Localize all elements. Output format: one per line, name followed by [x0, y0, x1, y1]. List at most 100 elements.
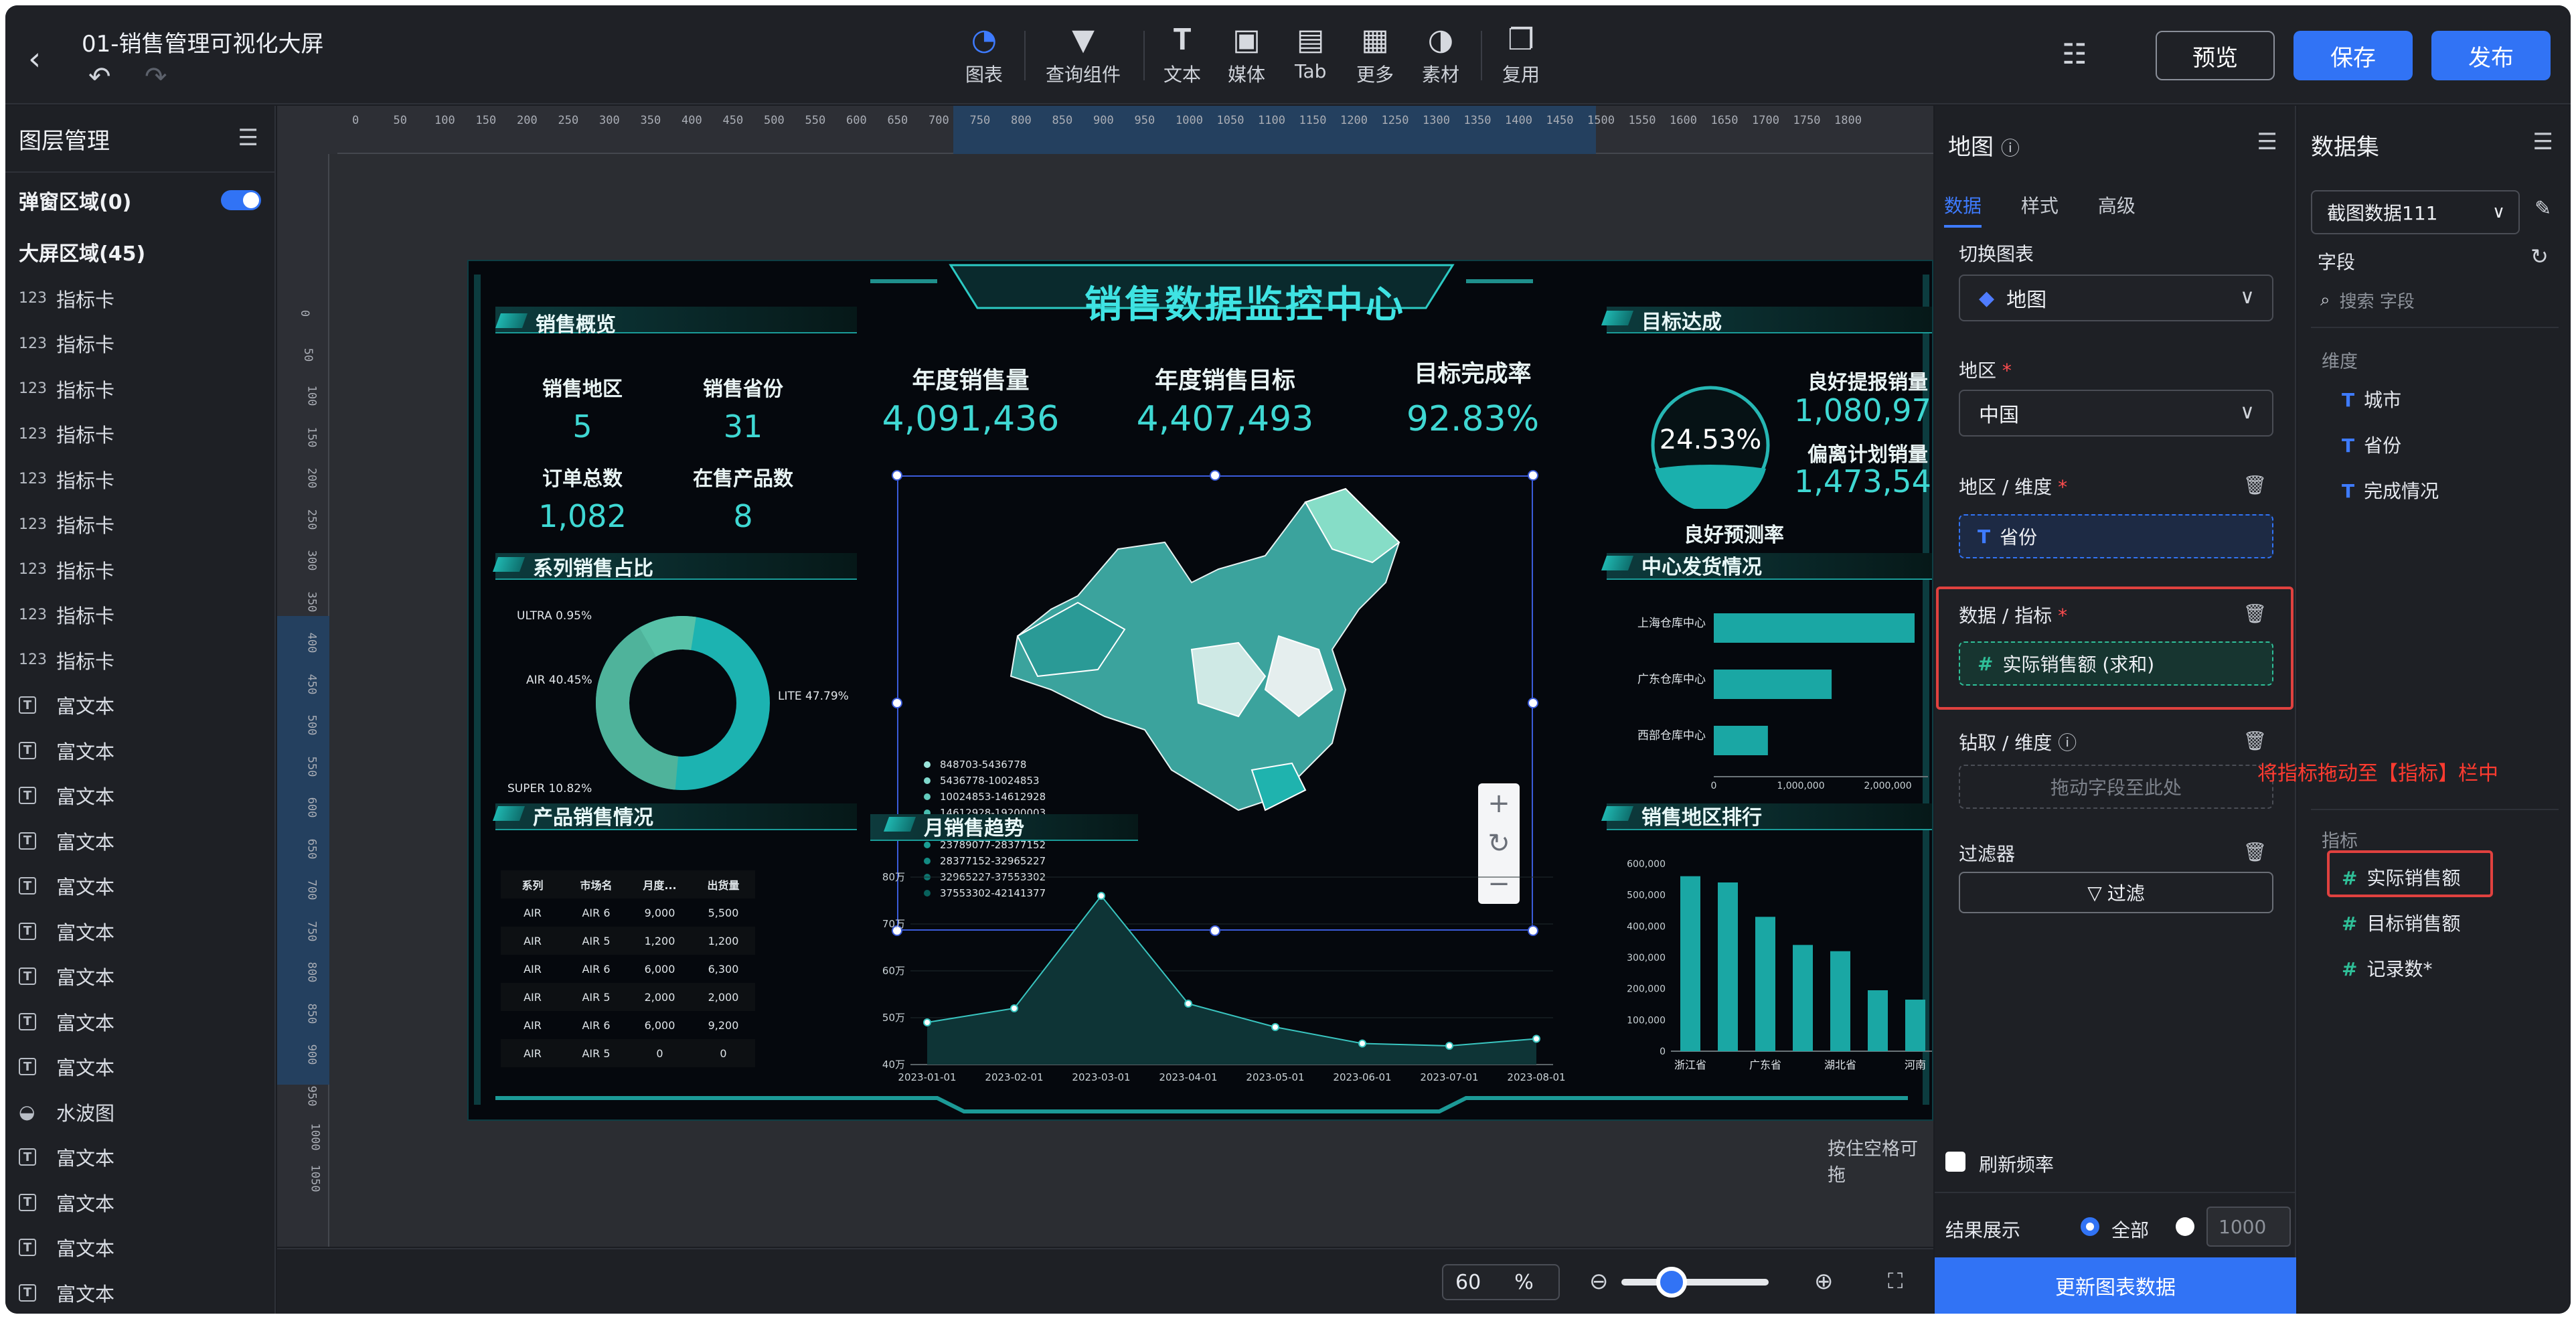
- publish-button[interactable]: 发布: [2431, 31, 2551, 80]
- screen-section[interactable]: 大屏区域(45): [5, 228, 274, 276]
- layer-item[interactable]: 123 指标卡: [5, 637, 274, 683]
- ruler-tick: 800: [305, 961, 319, 983]
- layer-item[interactable]: T 富文本: [5, 909, 274, 954]
- info-icon[interactable]: ⓘ: [2001, 137, 2020, 159]
- zoom-slider-knob[interactable]: [1656, 1267, 1687, 1298]
- layer-label: 指标卡: [56, 333, 115, 357]
- preview-button[interactable]: 预览: [2156, 31, 2275, 80]
- menu-icon[interactable]: ☰: [2257, 129, 2277, 155]
- reset-icon[interactable]: ↻: [1478, 824, 1520, 864]
- tool-query[interactable]: ▼ 查询组件: [1046, 23, 1121, 87]
- field-completion[interactable]: T 完成情况: [2342, 477, 2439, 503]
- resize-handle[interactable]: [1528, 698, 1538, 708]
- trash-icon[interactable]: 🗑: [2243, 474, 2267, 496]
- refresh-checkbox[interactable]: [1945, 1152, 1965, 1172]
- resize-handle[interactable]: [892, 470, 902, 481]
- layer-item[interactable]: T 富文本: [5, 1225, 274, 1271]
- ruler-tick: 1650: [1710, 114, 1739, 127]
- layer-item[interactable]: T 富文本: [5, 1180, 274, 1225]
- zoom-slider[interactable]: [1621, 1267, 1769, 1298]
- layer-item[interactable]: 123 指标卡: [5, 321, 274, 367]
- dimension-field-chip[interactable]: T 省份: [1959, 514, 2273, 558]
- layer-item[interactable]: T 富文本: [5, 954, 274, 1000]
- legend-label: 5436778-10024853: [940, 775, 1040, 787]
- result-all-radio[interactable]: [2081, 1217, 2099, 1236]
- result-num-radio[interactable]: [2176, 1217, 2194, 1236]
- tool-text[interactable]: 𝐓 文本: [1163, 23, 1201, 87]
- tool-assets[interactable]: ◑ 素材: [1422, 23, 1459, 87]
- table-cell: 2,000: [644, 990, 675, 1004]
- kpi-value: 1,082: [538, 498, 627, 534]
- save-button[interactable]: 保存: [2293, 31, 2413, 80]
- update-chart-button[interactable]: 更新图表数据: [1935, 1257, 2296, 1314]
- layer-item[interactable]: T 富文本: [5, 864, 274, 909]
- menu-icon[interactable]: ☰: [2533, 129, 2553, 155]
- trash-icon[interactable]: 🗑: [2243, 730, 2267, 752]
- field-city[interactable]: T 城市: [2342, 386, 2401, 412]
- trash-icon[interactable]: 🗑: [2243, 841, 2267, 863]
- layer-item[interactable]: T 富文本: [5, 1044, 274, 1090]
- layer-item[interactable]: T 富文本: [5, 773, 274, 819]
- tab-style[interactable]: 样式: [2021, 195, 2059, 217]
- layer-item[interactable]: T 富文本: [5, 1270, 274, 1314]
- ruler-tick: 600: [305, 797, 319, 818]
- menu-icon[interactable]: ☰: [238, 125, 258, 151]
- popup-toggle[interactable]: [221, 190, 261, 210]
- popup-section[interactable]: 弹窗区域(0): [5, 173, 274, 228]
- series-donut: [596, 616, 770, 790]
- tab-advanced[interactable]: 高级: [2098, 195, 2136, 217]
- resize-handle[interactable]: [1210, 470, 1220, 481]
- tool-more[interactable]: ▦ 更多: [1356, 23, 1394, 87]
- layer-item[interactable]: T 富文本: [5, 1135, 274, 1180]
- zoom-in-icon[interactable]: ⊕: [1814, 1268, 1834, 1295]
- drill-dropzone[interactable]: 拖动字段至此处: [1959, 765, 2273, 809]
- tool-tab[interactable]: ▤ Tab: [1295, 23, 1326, 82]
- redo-icon[interactable]: ↷: [145, 62, 167, 92]
- ruler-tick: 1100: [1258, 114, 1285, 127]
- ruler-tick: 150: [305, 426, 319, 447]
- layer-item[interactable]: 123 指标卡: [5, 366, 274, 412]
- chart-type-select[interactable]: ◆ 地图 ∨: [1959, 275, 2273, 321]
- layer-item[interactable]: T 富文本: [5, 728, 274, 773]
- zoom-out-icon[interactable]: ⊖: [1589, 1268, 1609, 1295]
- dataset-select[interactable]: 截图数据111 ∨: [2311, 190, 2520, 234]
- result-count-input[interactable]: 1000: [2206, 1207, 2291, 1247]
- undo-icon[interactable]: ↶: [88, 62, 111, 92]
- resize-handle[interactable]: [892, 698, 902, 708]
- edit-icon[interactable]: ✎: [2534, 197, 2551, 220]
- filter-button[interactable]: ▽过滤器过滤: [1959, 872, 2273, 913]
- zoom-input[interactable]: 60%: [1442, 1264, 1560, 1300]
- dashboard-canvas[interactable]: 销售数据监控中心 销售概览 销售地区 销售省份 5 31 订单总数 在售产品数 …: [467, 260, 1933, 1121]
- tool-reuse[interactable]: ❐ 复用: [1502, 23, 1540, 87]
- layer-item[interactable]: T 富文本: [5, 683, 274, 728]
- table-cell: 6,300: [708, 962, 739, 976]
- tab-data[interactable]: 数据: [1944, 195, 1982, 228]
- ruler-tick: 1050: [308, 1164, 322, 1192]
- back-icon[interactable]: ‹: [28, 40, 41, 78]
- layer-item[interactable]: 123 指标卡: [5, 547, 274, 593]
- layer-item[interactable]: 123 指标卡: [5, 457, 274, 502]
- tool-media[interactable]: ▣ 媒体: [1228, 23, 1265, 87]
- layer-item[interactable]: 123 指标卡: [5, 276, 274, 321]
- field-record-count[interactable]: # 记录数*: [2342, 955, 2432, 982]
- refresh-icon[interactable]: ↻: [2530, 244, 2549, 269]
- region-select[interactable]: 中国 ∨: [1959, 390, 2273, 437]
- layer-item[interactable]: ◒ 水波图: [5, 1089, 274, 1135]
- layer-item[interactable]: T 富文本: [5, 818, 274, 864]
- tool-chart[interactable]: ◔ 图表: [965, 23, 1003, 87]
- zoom-in-icon[interactable]: +: [1478, 783, 1520, 824]
- settings-sliders-icon[interactable]: ☷: [2062, 37, 2087, 70]
- info-icon[interactable]: ⓘ: [2058, 732, 2077, 754]
- layer-item[interactable]: T 富文本: [5, 999, 274, 1044]
- field-target-sales[interactable]: # 目标销售额: [2342, 909, 2460, 936]
- layer-item[interactable]: 123 指标卡: [5, 593, 274, 638]
- field-province[interactable]: T 省份: [2342, 431, 2401, 458]
- layer-item[interactable]: 123 指标卡: [5, 502, 274, 548]
- field-search-input[interactable]: ⌕ 搜索 字段: [2314, 283, 2551, 317]
- fit-screen-icon[interactable]: ⛶: [1888, 1268, 1903, 1294]
- ruler-tick: 350: [305, 591, 319, 612]
- layer-item[interactable]: 123 指标卡: [5, 412, 274, 457]
- resize-handle[interactable]: [1528, 470, 1538, 481]
- ruler-tick: 250: [305, 509, 319, 530]
- x-tick-label: 2023-07-01: [1420, 1071, 1478, 1083]
